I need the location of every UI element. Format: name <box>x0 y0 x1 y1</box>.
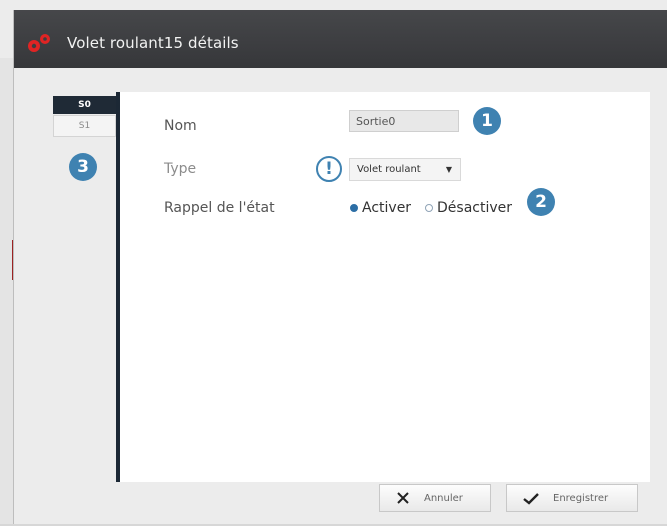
radio-activer-label: Activer <box>362 200 412 216</box>
state-label: Rappel de l'état <box>164 200 275 216</box>
radio-activer[interactable]: Activer <box>350 200 411 216</box>
save-button[interactable]: Enregistrer <box>506 484 638 512</box>
tab-s0[interactable]: S0 <box>53 96 116 114</box>
tab-s1[interactable]: S1 <box>53 115 116 137</box>
name-label: Nom <box>164 118 197 134</box>
type-select-value: Volet roulant <box>357 164 421 175</box>
radio-desactiver-label: Désactiver <box>437 200 512 216</box>
gears-icon <box>28 34 50 52</box>
callout-badge-3: 3 <box>69 153 97 181</box>
cancel-button[interactable]: Annuler <box>379 484 491 512</box>
sidebar: S0 S1 <box>53 96 116 141</box>
radio-selected-icon <box>350 204 358 212</box>
details-dialog: Volet roulant15 détails S0 S1 Nom Sortie… <box>13 10 667 526</box>
background-edge <box>0 58 13 526</box>
type-select[interactable]: Volet roulant ▼ <box>349 158 461 181</box>
window-title: Volet roulant15 détails <box>67 34 239 52</box>
chevron-down-icon: ▼ <box>445 165 452 174</box>
radio-unselected-icon <box>425 204 433 212</box>
check-icon <box>523 492 539 505</box>
save-label: Enregistrer <box>553 492 609 504</box>
callout-badge-1: 1 <box>473 107 501 135</box>
callout-badge-2: 2 <box>527 188 555 216</box>
cancel-label: Annuler <box>424 492 463 504</box>
type-label: Type <box>164 161 197 177</box>
title-bar: Volet roulant15 détails <box>14 10 667 68</box>
alert-icon: ! <box>316 156 342 182</box>
close-icon <box>397 492 409 504</box>
radio-desactiver[interactable]: Désactiver <box>425 200 512 216</box>
name-field[interactable]: Sortie0 <box>349 110 459 132</box>
form-panel <box>120 92 650 482</box>
